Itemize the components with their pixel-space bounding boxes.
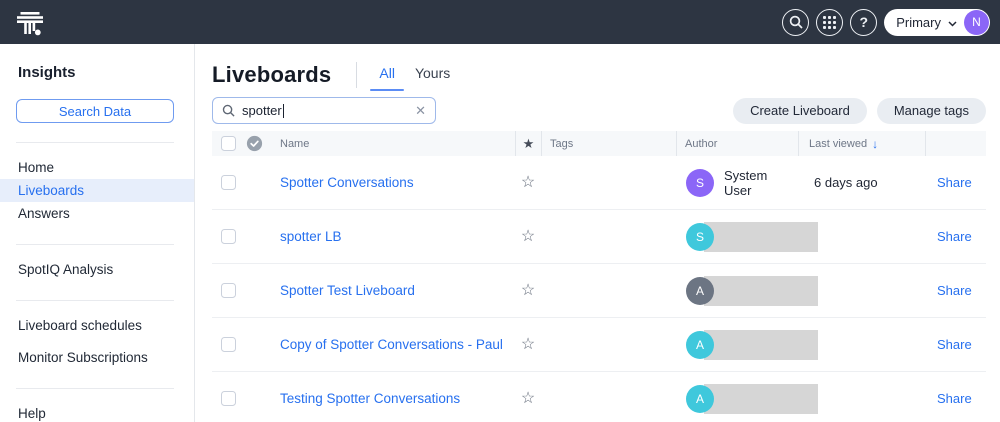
verified-column-header[interactable] (246, 131, 276, 156)
table-row: Testing Spotter Conversations ☆ A Share (212, 372, 986, 422)
tab-yours[interactable]: Yours (405, 59, 460, 91)
redacted-author-block (704, 384, 818, 414)
redacted-author-block (704, 330, 818, 360)
sort-descending-icon: ↓ (872, 137, 878, 151)
tab-all[interactable]: All (369, 59, 405, 91)
app-window: ? Primary N Insights Search Data Home Li… (0, 0, 1000, 422)
table-row: Spotter Conversations ☆ S System User 6 … (212, 156, 986, 210)
redacted-author-block (704, 276, 818, 306)
search-data-button[interactable]: Search Data (16, 99, 174, 123)
liveboard-name-link[interactable]: Testing Spotter Conversations (280, 391, 460, 406)
search-input-value: spotter (242, 103, 282, 118)
text-caret (283, 104, 285, 118)
chevron-down-icon (948, 14, 957, 32)
share-link[interactable]: Share (937, 229, 972, 244)
row-checkbox[interactable] (221, 229, 236, 244)
favorite-column-header[interactable]: ★ (515, 131, 541, 156)
grid-icon (823, 16, 836, 29)
main-content: Liveboards All Yours spotter ✕ Create Li (195, 44, 1000, 422)
user-avatar[interactable]: N (964, 10, 989, 35)
sidebar-item-spotiq-analysis[interactable]: SpotIQ Analysis (0, 258, 194, 281)
org-switcher[interactable]: Primary N (884, 9, 990, 36)
page-header: Liveboards All Yours (212, 58, 986, 92)
author-avatar: A (686, 277, 714, 305)
sidebar-divider (16, 244, 174, 245)
name-column-header[interactable]: Name (276, 131, 515, 156)
help-button[interactable]: ? (850, 9, 877, 36)
search-icon (789, 15, 803, 29)
star-icon: ★ (523, 136, 535, 152)
sidebar-divider (16, 142, 174, 143)
favorite-star-icon[interactable]: ☆ (521, 175, 535, 191)
author-column-header[interactable]: Author (676, 131, 798, 156)
page-title: Liveboards (212, 62, 331, 88)
author-avatar: A (686, 385, 714, 413)
row-checkbox[interactable] (221, 391, 236, 406)
favorite-star-icon[interactable]: ☆ (521, 229, 535, 245)
select-all-checkbox[interactable] (221, 136, 236, 151)
favorite-star-icon[interactable]: ☆ (521, 337, 535, 353)
navbar-actions: ? Primary N (782, 9, 990, 36)
tags-column-header[interactable]: Tags (541, 131, 676, 156)
share-link[interactable]: Share (937, 283, 972, 298)
row-checkbox[interactable] (221, 175, 236, 190)
share-link[interactable]: Share (937, 391, 972, 406)
sidebar-header: Insights (0, 64, 194, 81)
sidebar-item-monitor-subscriptions[interactable]: Monitor Subscriptions (0, 346, 194, 369)
table-row: spotter LB ☆ S Share (212, 210, 986, 264)
sidebar-item-liveboard-schedules[interactable]: Liveboard schedules (0, 314, 194, 337)
author-avatar: S (686, 169, 714, 197)
row-checkbox[interactable] (221, 337, 236, 352)
sidebar-item-liveboards[interactable]: Liveboards (0, 179, 194, 202)
last-viewed-value: 6 days ago (798, 175, 925, 190)
liveboard-name-link[interactable]: spotter LB (280, 229, 342, 244)
last-viewed-label: Last viewed (809, 138, 867, 150)
favorite-star-icon[interactable]: ☆ (521, 283, 535, 299)
verified-badge-icon (246, 135, 263, 152)
top-navbar: ? Primary N (0, 0, 1000, 44)
share-link[interactable]: Share (937, 175, 972, 190)
search-icon (222, 104, 235, 117)
actions-column-header (925, 131, 986, 156)
sidebar-item-answers[interactable]: Answers (0, 202, 194, 225)
author-avatar: S (686, 223, 714, 251)
table-header-row: Name ★ Tags Author Last viewed ↓ (212, 131, 986, 156)
sidebar-divider (16, 388, 174, 389)
app-switcher-button[interactable] (816, 9, 843, 36)
author-avatar: A (686, 331, 714, 359)
table-row: Copy of Spotter Conversations - Paul ☆ A… (212, 318, 986, 372)
table-row: Spotter Test Liveboard ☆ A Share (212, 264, 986, 318)
liveboard-name-link[interactable]: Copy of Spotter Conversations - Paul (280, 337, 503, 352)
sidebar: Insights Search Data Home Liveboards Ans… (0, 44, 195, 422)
sidebar-divider (16, 300, 174, 301)
liveboard-name-link[interactable]: Spotter Conversations (280, 175, 414, 190)
toolbar: spotter ✕ Create Liveboard Manage tags (212, 97, 986, 124)
help-icon: ? (859, 15, 868, 29)
row-checkbox[interactable] (221, 283, 236, 298)
manage-tags-button[interactable]: Manage tags (877, 98, 986, 124)
thoughtspot-logo-icon[interactable] (16, 7, 44, 37)
title-divider (356, 62, 357, 88)
last-viewed-column-header[interactable]: Last viewed ↓ (798, 131, 925, 156)
sidebar-item-home[interactable]: Home (0, 156, 194, 179)
sidebar-item-help[interactable]: Help (0, 402, 194, 422)
create-liveboard-button[interactable]: Create Liveboard (733, 98, 867, 124)
clear-search-icon[interactable]: ✕ (415, 104, 426, 117)
redacted-author-block (704, 222, 818, 252)
share-link[interactable]: Share (937, 337, 972, 352)
favorite-star-icon[interactable]: ☆ (521, 391, 535, 407)
org-switcher-label: Primary (896, 15, 941, 30)
global-search-button[interactable] (782, 9, 809, 36)
liveboard-name-link[interactable]: Spotter Test Liveboard (280, 283, 415, 298)
author-name: System User (724, 168, 798, 198)
liveboard-search-input[interactable]: spotter ✕ (212, 97, 436, 124)
toolbar-actions: Create Liveboard Manage tags (733, 98, 986, 124)
liveboards-table: Name ★ Tags Author Last viewed ↓ (212, 131, 986, 422)
